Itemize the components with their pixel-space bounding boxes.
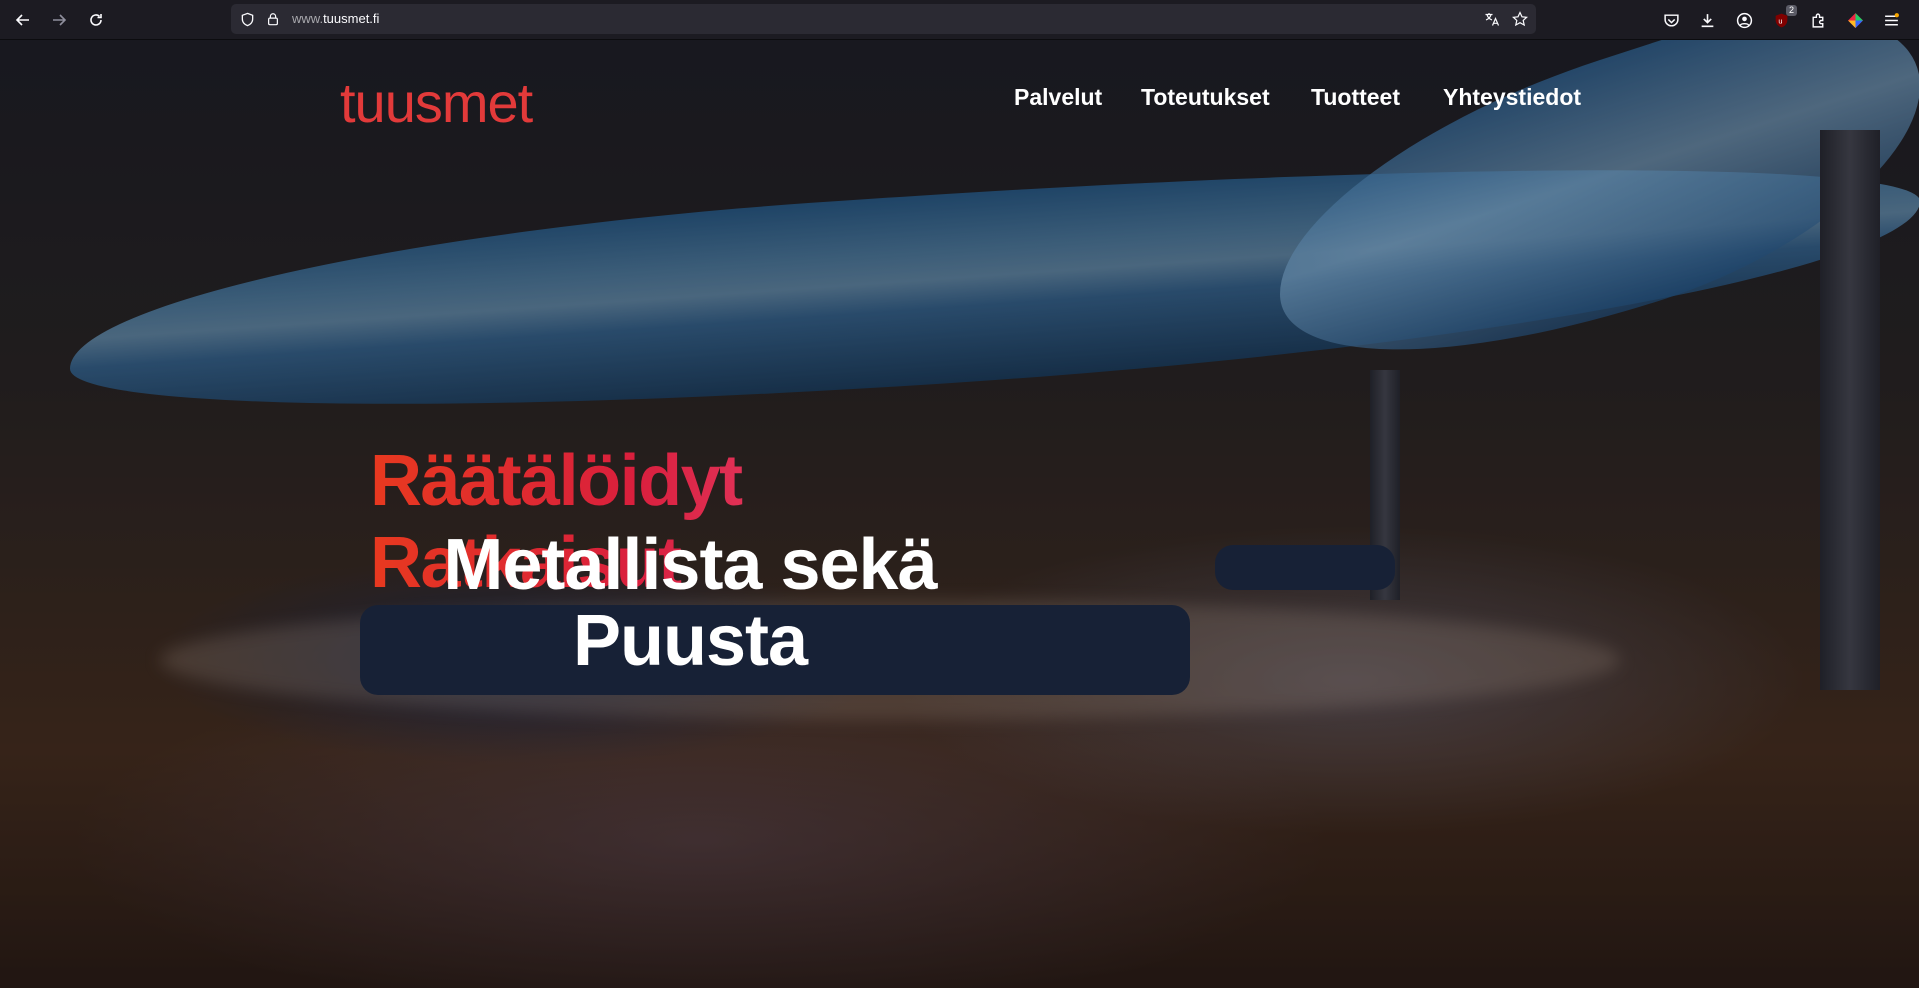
nav-toteutukset[interactable]: Toteutukset [1141,84,1270,111]
ublock-icon[interactable]: u 2 [1769,5,1797,32]
nav-tuotteet[interactable]: Tuotteet [1311,84,1400,111]
hamburger-menu-icon[interactable] [1879,8,1903,32]
lock-icon[interactable] [265,11,281,27]
arrow-right-icon [53,14,67,26]
hero-subtitle-line1: Metallista sekä [443,525,937,605]
hero-subtitle: Metallista sekä Puusta [430,527,950,679]
reload-button[interactable] [84,8,108,32]
color-wheel-icon[interactable] [1843,8,1867,32]
account-icon[interactable] [1732,8,1756,32]
download-icon[interactable] [1695,8,1719,32]
site-logo[interactable]: tuusmet [340,70,533,135]
translate-icon[interactable] [1484,11,1500,27]
pocket-icon[interactable] [1659,8,1683,32]
svg-text:u: u [1778,16,1782,25]
url-text[interactable]: www.tuusmet.fi [292,11,379,26]
extension-badge: 2 [1785,5,1797,16]
back-button[interactable] [11,8,35,32]
nav-palvelut[interactable]: Palvelut [1014,84,1102,111]
url-domain: tuusmet.fi [323,11,380,26]
browser-toolbar: www.tuusmet.fi u 2 [0,0,1919,40]
hero-subtitle-line2: Puusta [572,601,808,681]
forward-button[interactable] [47,8,71,32]
star-icon[interactable] [1512,11,1528,27]
nav-yhteystiedot[interactable]: Yhteystiedot [1443,84,1581,111]
puzzle-icon[interactable] [1806,8,1830,32]
reload-icon [90,14,102,26]
website-page: tuusmet Palvelut Toteutukset Tuotteet Yh… [0,40,1919,988]
url-bar[interactable]: www.tuusmet.fi [231,4,1536,34]
arrow-left-icon [15,14,29,26]
shield-icon[interactable] [239,11,255,27]
url-prefix: www. [292,11,324,26]
